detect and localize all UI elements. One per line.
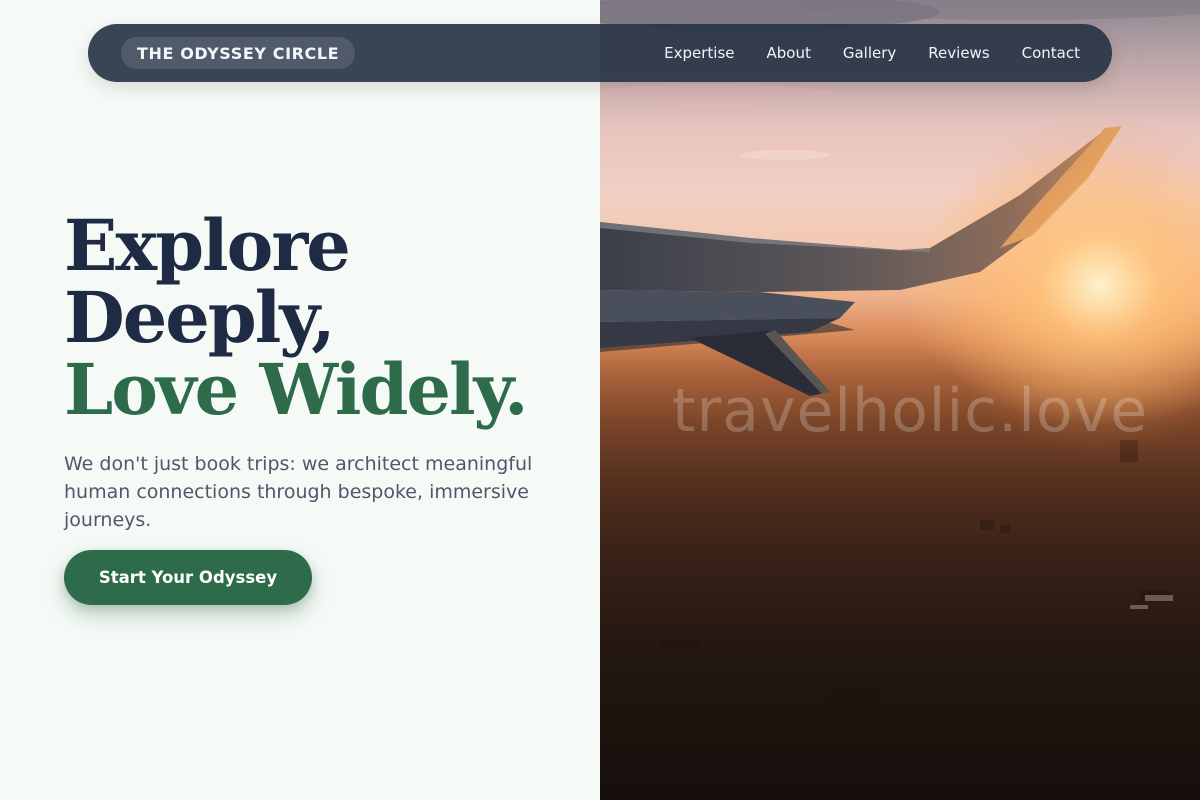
- image-watermark: travelholic.love: [672, 376, 1148, 446]
- hero-image: travelholic.love: [600, 0, 1200, 800]
- nav-link-reviews[interactable]: Reviews: [928, 44, 989, 62]
- navbar: THE ODYSSEY CIRCLE Expertise About Galle…: [88, 24, 1112, 82]
- hero-title-line-3: Love Widely.: [64, 348, 529, 431]
- start-odyssey-button[interactable]: Start Your Odyssey: [64, 550, 312, 605]
- nav-link-about[interactable]: About: [767, 44, 811, 62]
- nav-link-gallery[interactable]: Gallery: [843, 44, 896, 62]
- brand-logo[interactable]: THE ODYSSEY CIRCLE: [121, 37, 356, 69]
- hero-title: Explore Deeply, Love Widely.: [64, 204, 529, 431]
- landing-page: travelholic.love THE ODYSSEY CIRCLE Expe…: [0, 0, 1200, 800]
- nav-link-expertise[interactable]: Expertise: [664, 44, 734, 62]
- hero-title-line-1: Explore: [64, 204, 351, 287]
- hero-title-line-2: Deeply,: [64, 276, 336, 359]
- nav-links: Expertise About Gallery Reviews Contact: [664, 44, 1080, 62]
- nav-link-contact[interactable]: Contact: [1022, 44, 1080, 62]
- hero-subtitle: We don't just book trips: we architect m…: [64, 453, 533, 531]
